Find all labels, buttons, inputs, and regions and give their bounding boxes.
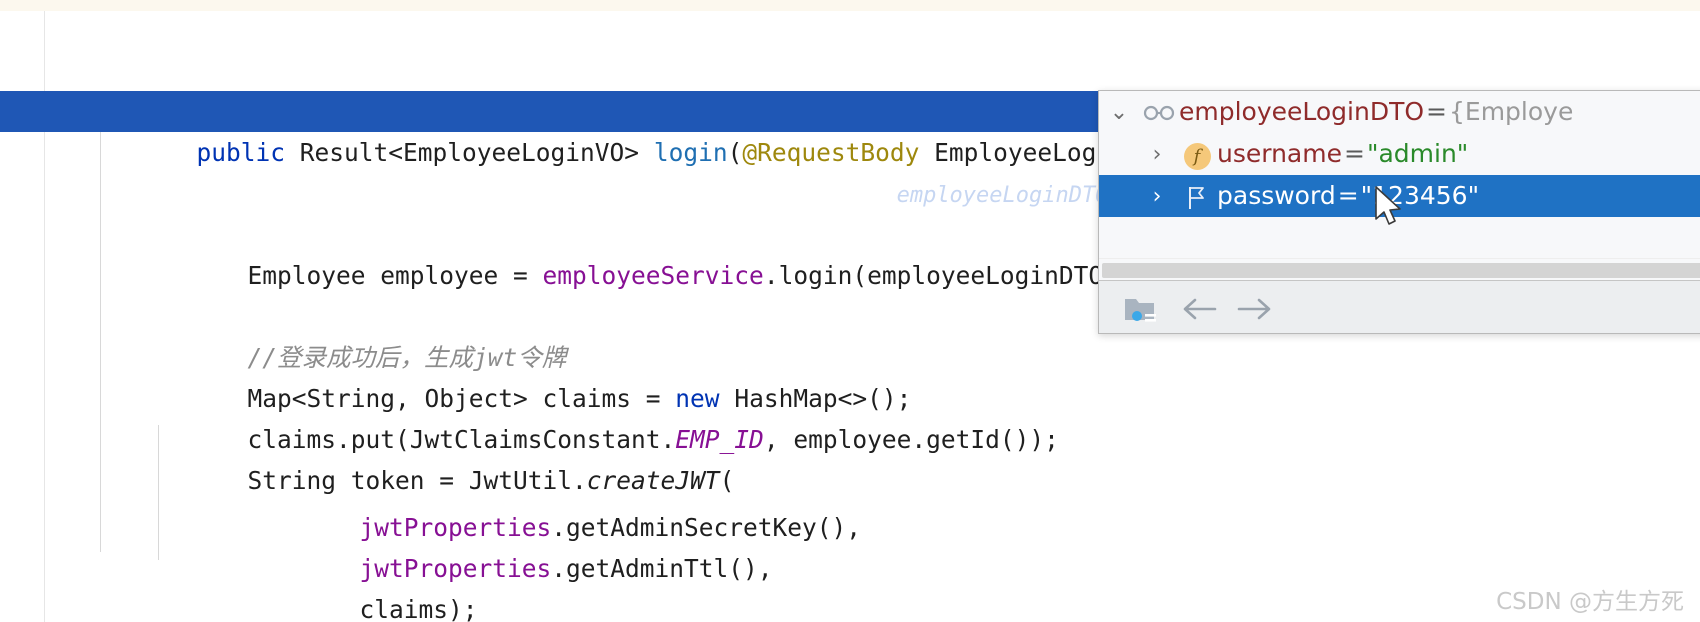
editor-top-strip (0, 0, 1700, 11)
field-f-icon: f (1177, 134, 1217, 176)
scrollbar-thumb[interactable] (1102, 263, 1700, 278)
chevron-right-icon[interactable]: › (1137, 134, 1177, 176)
popup-horizontal-scrollbar[interactable] (1099, 258, 1700, 281)
code-line-admin-ttl-arg[interactable]: jwtProperties.getAdminTtl(), (0, 466, 1700, 583)
code-editor[interactable]: @PostMapping( "/login") public Result<Em… (0, 0, 1700, 622)
tree-row-username[interactable]: › f username="admin" (1099, 133, 1700, 175)
chevron-right-icon[interactable]: › (1137, 176, 1177, 218)
variable-name: employeeLoginDTO (1179, 97, 1425, 126)
variable-name: password (1217, 181, 1336, 210)
code-line-postmapping[interactable]: @PostMapping( "/login") (0, 11, 1700, 128)
code-line-method-signature[interactable]: public Result<EmployeeLoginVO> login(@Re… (0, 50, 1700, 167)
get-admin-ttl-call: .getAdminTtl(), (551, 554, 773, 583)
chevron-down-icon[interactable]: ⌄ (1099, 92, 1139, 134)
popup-toolbar[interactable] (1099, 280, 1700, 333)
tree-row-password[interactable]: › password="123456" (1099, 175, 1700, 217)
debugger-value-tooltip[interactable]: ⌄ employeeLoginDTO={Employe › f username="… (1098, 90, 1700, 334)
tree-row-employeeLoginDTO[interactable]: ⌄ employeeLoginDTO={Employe (1099, 91, 1700, 133)
variable-value: {Employe (1449, 97, 1574, 126)
variable-value: "123456" (1360, 181, 1480, 210)
arrow-right-icon[interactable] (1233, 292, 1277, 326)
equals-sign: = (1426, 97, 1447, 126)
code-line-secret-key-arg[interactable]: jwtProperties.getAdminSecretKey(), (0, 425, 1700, 542)
arrow-left-icon[interactable] (1177, 292, 1221, 326)
variable-name: username (1217, 139, 1342, 168)
add-to-watches-icon[interactable] (1121, 292, 1165, 326)
watch-glasses-icon (1139, 92, 1179, 134)
watchpoint-flag-icon (1177, 176, 1217, 218)
equals-sign: = (1344, 139, 1365, 168)
variable-value: "admin" (1366, 139, 1469, 168)
claims-argument: claims); (359, 595, 478, 622)
code-line-claims-put[interactable]: claims.put(JwtClaimsConstant.EMP_ID, emp… (0, 337, 1700, 454)
csdn-watermark: CSDN @方生方死 (1496, 589, 1684, 615)
variables-tree[interactable]: ⌄ employeeLoginDTO={Employe › f username="… (1099, 91, 1700, 258)
code-line-create-jwt[interactable]: String token = JwtUtil.createJWT( (0, 378, 1700, 495)
code-line-claims-arg[interactable]: claims); (0, 507, 1700, 622)
equals-sign: = (1337, 181, 1359, 210)
